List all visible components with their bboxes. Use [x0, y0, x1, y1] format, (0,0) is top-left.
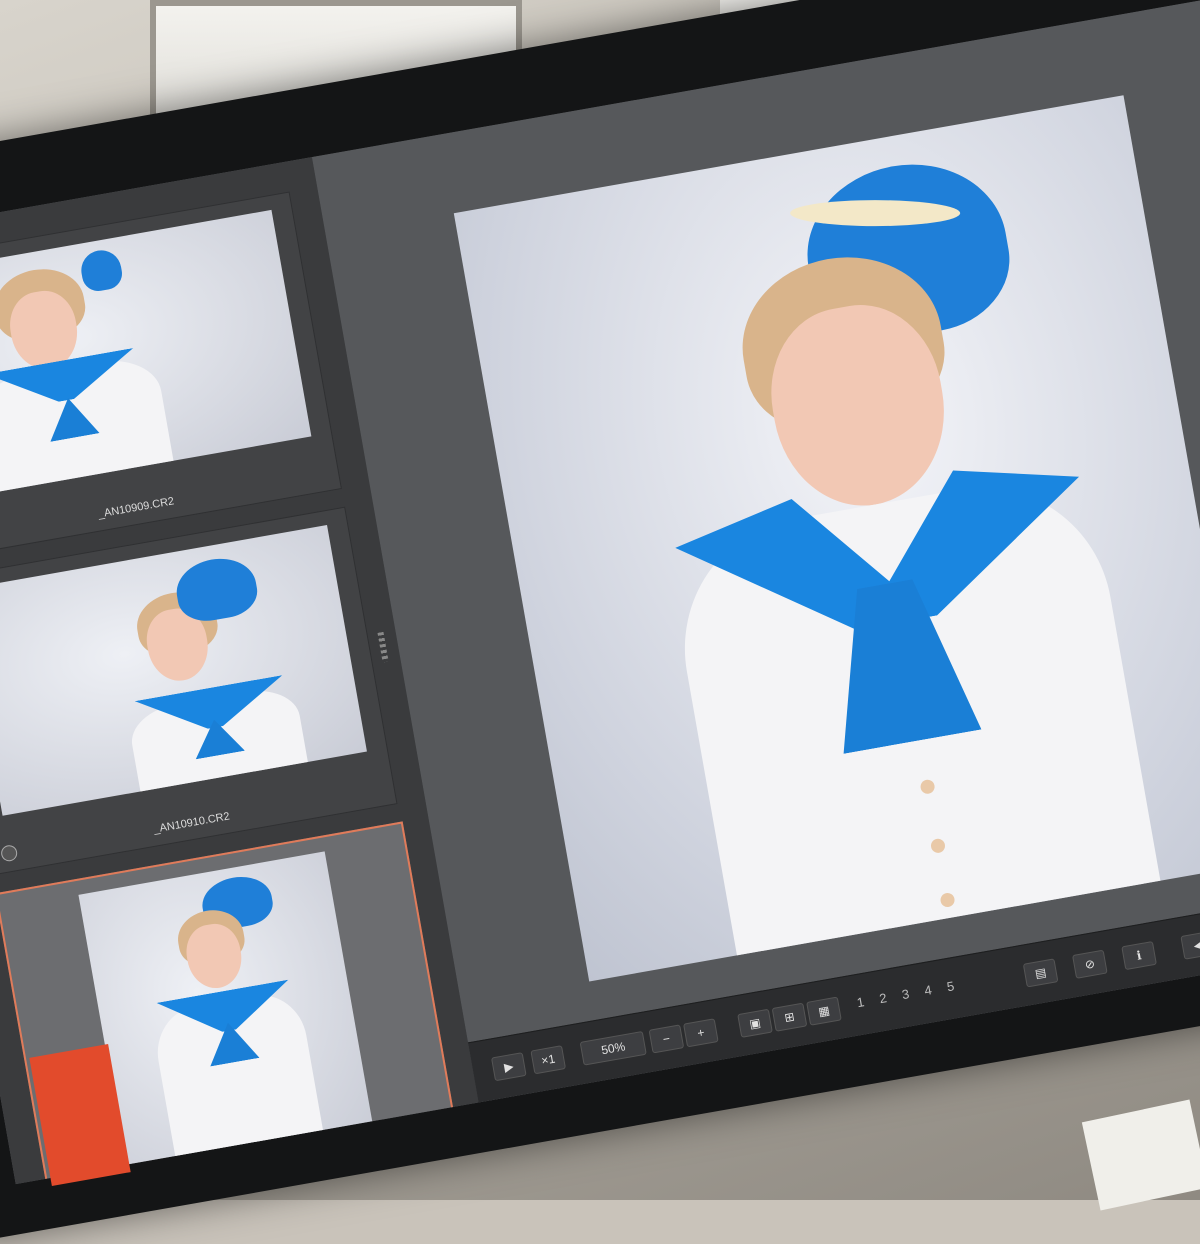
- info-icon[interactable]: ℹ: [1121, 940, 1157, 971]
- thumbnail-image: [0, 209, 312, 501]
- grid-icon[interactable]: ▦: [806, 996, 842, 1026]
- panel-resize-handle[interactable]: [377, 631, 389, 663]
- preview-photo: [453, 95, 1200, 982]
- screen: _AN10909.CR2 _AN10910.CR2 _AN10911.CR2 ▶…: [0, 0, 1200, 1185]
- thumbnail-card[interactable]: _AN10910.CR2: [0, 506, 398, 876]
- zoom-level-select[interactable]: 50%: [579, 1030, 647, 1066]
- compare-icon[interactable]: ⊞: [771, 1002, 808, 1032]
- thumbnail-card[interactable]: _AN10909.CR2: [0, 191, 342, 561]
- zoom-prefix[interactable]: ×1: [530, 1045, 567, 1075]
- monitor: _AN10909.CR2 _AN10910.CR2 _AN10911.CR2 ▶…: [0, 0, 1200, 1244]
- layout-icon[interactable]: ▣: [737, 1008, 773, 1038]
- zoom-in-icon[interactable]: +: [683, 1018, 719, 1048]
- previous-icon[interactable]: ◀: [1180, 930, 1200, 960]
- star-rating[interactable]: 1 2 3 4 5: [856, 977, 962, 1010]
- thumbnail-image: [0, 525, 367, 816]
- zoom-out-icon[interactable]: −: [648, 1024, 685, 1054]
- play-icon[interactable]: ▶: [490, 1052, 527, 1082]
- reject-icon[interactable]: ⊘: [1072, 949, 1108, 979]
- label-icon[interactable]: ▤: [1022, 958, 1059, 988]
